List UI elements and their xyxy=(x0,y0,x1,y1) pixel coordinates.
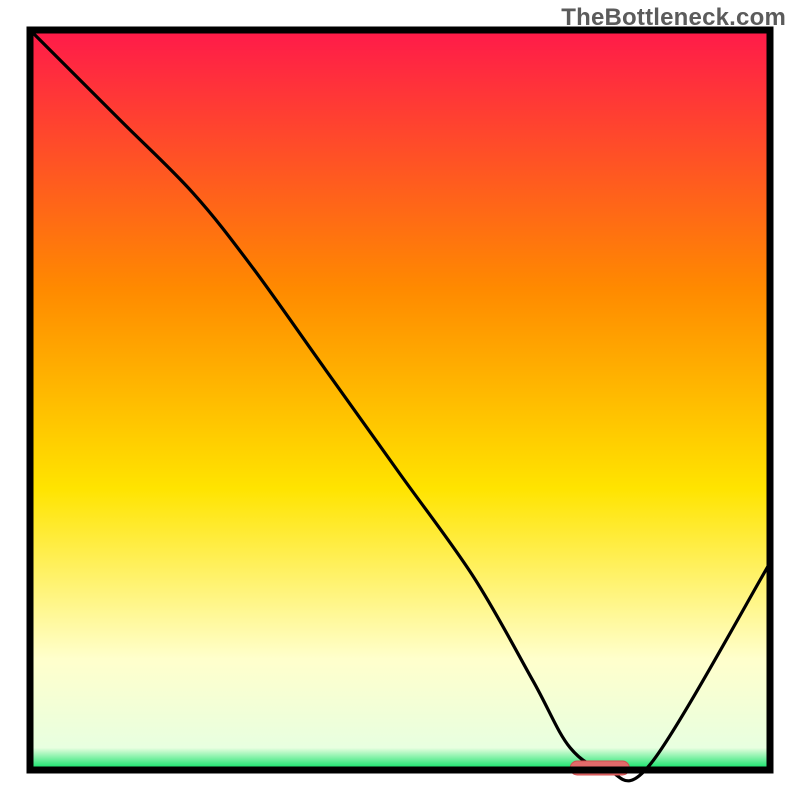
chart-container: { "watermark": "TheBottleneck.com", "col… xyxy=(0,0,800,800)
bottleneck-chart xyxy=(0,0,800,800)
